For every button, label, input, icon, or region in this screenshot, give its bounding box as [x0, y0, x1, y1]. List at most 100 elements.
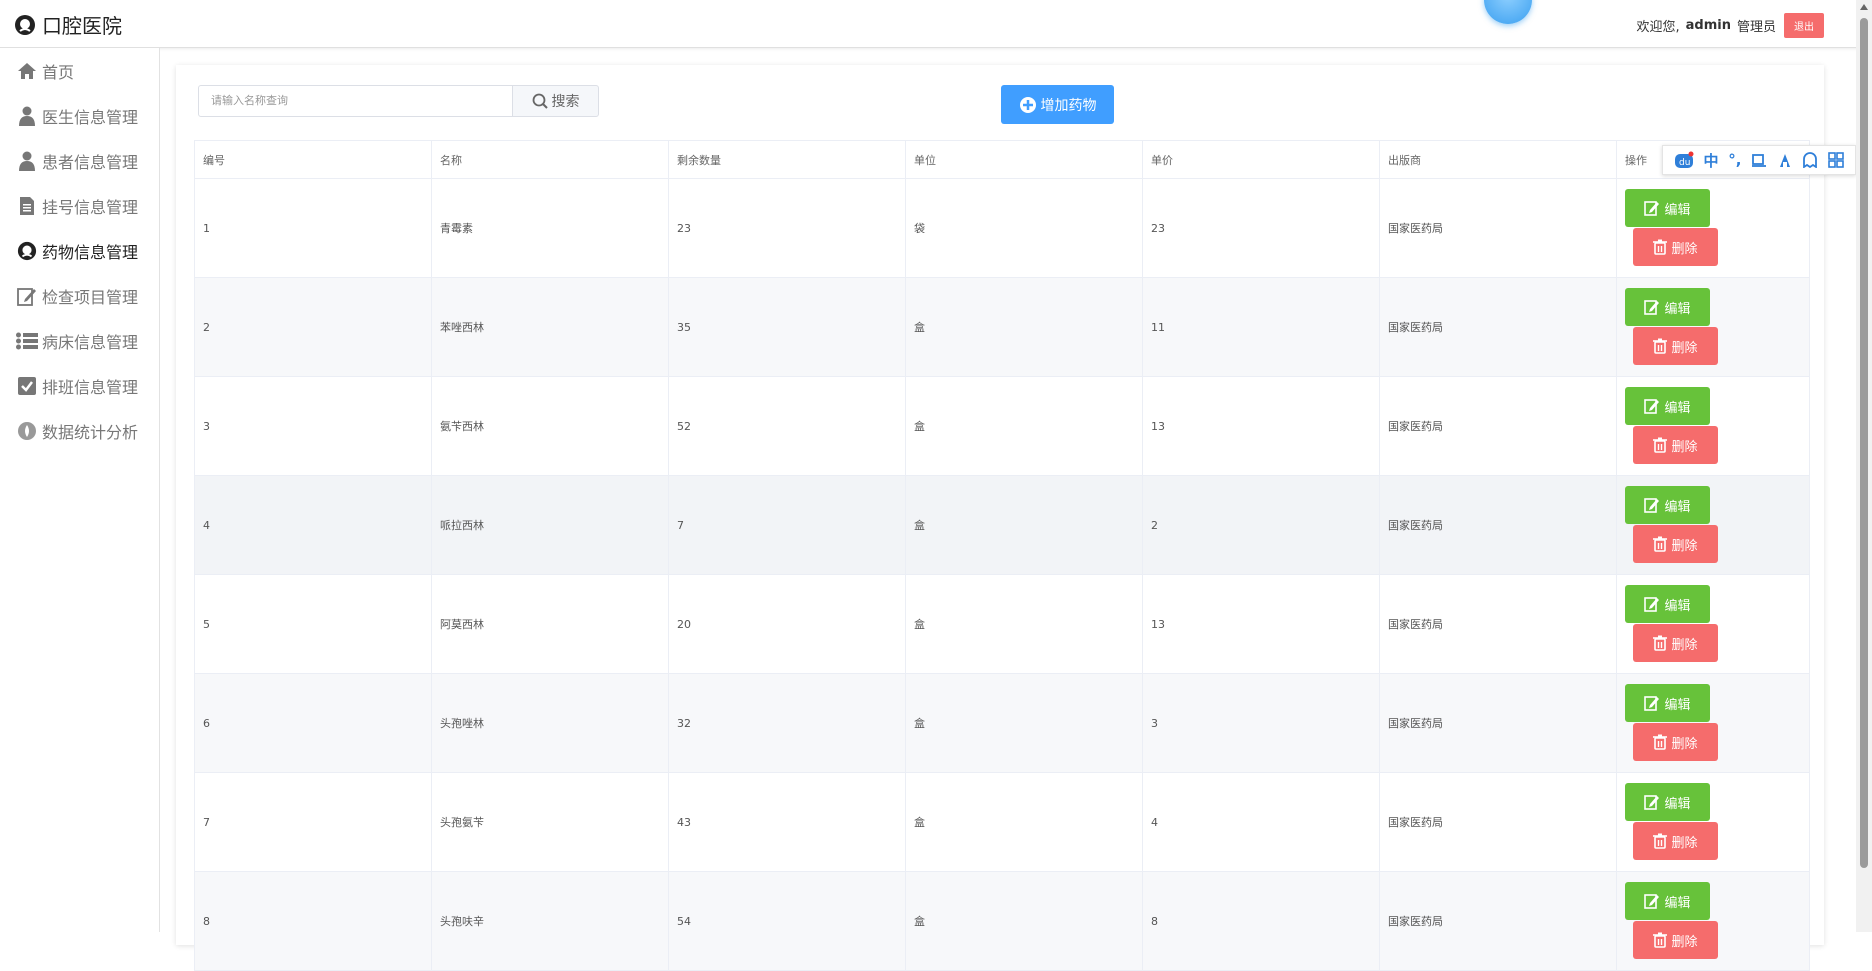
table-row: 7 头孢氨苄 43 盒 4 国家医药局 编辑 删除: [194, 772, 1810, 872]
tooth-logo-icon: [15, 14, 35, 35]
brand[interactable]: 口腔医院: [14, 10, 122, 39]
ops-group: 编辑 删除: [1625, 575, 1809, 673]
edit-button[interactable]: 编辑: [1625, 288, 1710, 326]
document-icon: [16, 195, 38, 217]
table-row: 4 哌拉西林 7 盒 2 国家医药局 编辑 删除: [194, 475, 1810, 575]
sidebar-item-registration[interactable]: 挂号信息管理: [0, 183, 159, 228]
ops-group: 编辑 删除: [1625, 773, 1809, 871]
delete-button[interactable]: 删除: [1633, 822, 1718, 860]
search-input[interactable]: 请输入名称查询: [198, 85, 513, 117]
cell-price: 11: [1142, 277, 1380, 377]
cell-vendor: 国家医药局: [1379, 475, 1617, 575]
cell-qty: 20: [668, 574, 906, 674]
font-icon[interactable]: [1777, 152, 1793, 168]
scroll-up-arrow-icon[interactable]: [1860, 4, 1868, 10]
cell-price: 23: [1142, 178, 1380, 278]
sidebar-item-beds[interactable]: 病床信息管理: [0, 318, 159, 363]
edit-label: 编辑: [1664, 598, 1691, 614]
col-header-name[interactable]: 名称: [431, 140, 669, 179]
ime-mode-label[interactable]: 中: [1704, 150, 1719, 171]
cup-icon[interactable]: [1751, 152, 1767, 168]
scroll-thumb[interactable]: [1860, 18, 1868, 868]
sidebar-item-schedule[interactable]: 排班信息管理: [0, 363, 159, 408]
cell-price: 13: [1142, 376, 1380, 476]
delete-button[interactable]: 删除: [1633, 525, 1718, 563]
user-icon: [16, 105, 38, 127]
edit-label: 编辑: [1664, 202, 1691, 218]
baidu-paw-icon[interactable]: du: [1674, 151, 1694, 169]
cell-unit: 盒: [905, 376, 1143, 476]
trash-icon: [1653, 239, 1668, 255]
edit-button[interactable]: 编辑: [1625, 486, 1710, 524]
sidebar-item-exams[interactable]: 检查项目管理: [0, 273, 159, 318]
table-row: 8 头孢呋辛 54 盒 8 国家医药局 编辑 删除: [194, 871, 1810, 971]
delete-button[interactable]: 删除: [1633, 426, 1718, 464]
cell-ops: 编辑 删除: [1616, 178, 1810, 278]
sidebar-item-home[interactable]: 首页: [0, 48, 159, 93]
trash-icon: [1653, 635, 1668, 651]
ops-group: 编辑删除: [1625, 377, 1809, 475]
cell-price: 4: [1142, 772, 1380, 872]
col-header-qty[interactable]: 剩余数量: [668, 140, 906, 179]
edit-button[interactable]: 编辑: [1625, 387, 1710, 425]
delete-label: 删除: [1671, 934, 1698, 950]
avatar[interactable]: [1484, 0, 1532, 24]
sidebar-item-medicine[interactable]: 药物信息管理: [0, 228, 159, 273]
sidebar-item-label: 医生信息管理: [42, 107, 139, 127]
logout-button[interactable]: 退出: [1784, 13, 1824, 38]
delete-button[interactable]: 删除: [1633, 327, 1718, 365]
col-header-price[interactable]: 单价: [1142, 140, 1380, 179]
delete-button[interactable]: 删除: [1633, 921, 1718, 959]
cell-vendor: 国家医药局: [1379, 178, 1617, 278]
svg-text:du: du: [1679, 158, 1690, 168]
cell-unit: 袋: [905, 178, 1143, 278]
ime-toolbar: du 中 °,: [1662, 145, 1856, 175]
search-button-label: 搜索: [551, 94, 580, 110]
col-header-vendor[interactable]: 出版商: [1379, 140, 1617, 179]
cell-price: 8: [1142, 871, 1380, 971]
edit-label: 编辑: [1664, 895, 1691, 911]
trash-icon: [1653, 833, 1668, 849]
sidebar: 首页 医生信息管理 患者信息管理 挂号信息管理 药物信息管理 检查项目管理 病床…: [0, 48, 160, 932]
cell-price: 2: [1142, 475, 1380, 575]
cell-vendor: 国家医药局: [1379, 574, 1617, 674]
user-box: 欢迎您, admin 管理员 退出: [1637, 13, 1824, 38]
page-scrollbar[interactable]: [1856, 0, 1872, 932]
edit-icon: [1644, 597, 1660, 612]
cell-qty: 35: [668, 277, 906, 377]
search-button[interactable]: 搜索: [512, 85, 599, 117]
sidebar-item-patients[interactable]: 患者信息管理: [0, 138, 159, 183]
cell-name: 阿莫西林: [431, 574, 669, 674]
cell-ops: 编辑删除: [1616, 376, 1810, 476]
edit-icon: [1644, 696, 1660, 711]
edit-button[interactable]: 编辑: [1625, 783, 1710, 821]
edit-button[interactable]: 编辑: [1625, 882, 1710, 920]
trash-icon: [1653, 437, 1668, 453]
edit-button[interactable]: 编辑: [1625, 189, 1710, 227]
add-medicine-label: 增加药物: [1040, 97, 1097, 114]
col-header-unit[interactable]: 单位: [905, 140, 1143, 179]
delete-button[interactable]: 删除: [1633, 228, 1718, 266]
cell-unit: 盒: [905, 871, 1143, 971]
cell-unit: 盒: [905, 673, 1143, 773]
cell-ops: 编辑 删除: [1616, 772, 1810, 872]
delete-button[interactable]: 删除: [1633, 723, 1718, 761]
edit-icon: [1644, 894, 1660, 909]
edit-button[interactable]: 编辑: [1625, 585, 1710, 623]
cell-id: 3: [194, 376, 432, 476]
delete-label: 删除: [1671, 439, 1698, 455]
sidebar-item-doctors[interactable]: 医生信息管理: [0, 93, 159, 138]
trash-icon: [1653, 932, 1668, 948]
col-header-id[interactable]: 编号: [194, 140, 432, 179]
cell-name: 头孢呋辛: [431, 871, 669, 971]
sidebar-item-stats[interactable]: 数据统计分析: [0, 408, 159, 453]
ghost-icon[interactable]: [1802, 152, 1818, 168]
delete-button[interactable]: 删除: [1633, 624, 1718, 662]
add-medicine-button[interactable]: 增加药物: [1001, 85, 1114, 124]
ime-punct-label[interactable]: °,: [1728, 151, 1741, 169]
grid-icon[interactable]: [1828, 152, 1844, 168]
edit-button[interactable]: 编辑: [1625, 684, 1710, 722]
cell-unit: 盒: [905, 277, 1143, 377]
cell-name: 青霉素: [431, 178, 669, 278]
cell-unit: 盒: [905, 574, 1143, 674]
